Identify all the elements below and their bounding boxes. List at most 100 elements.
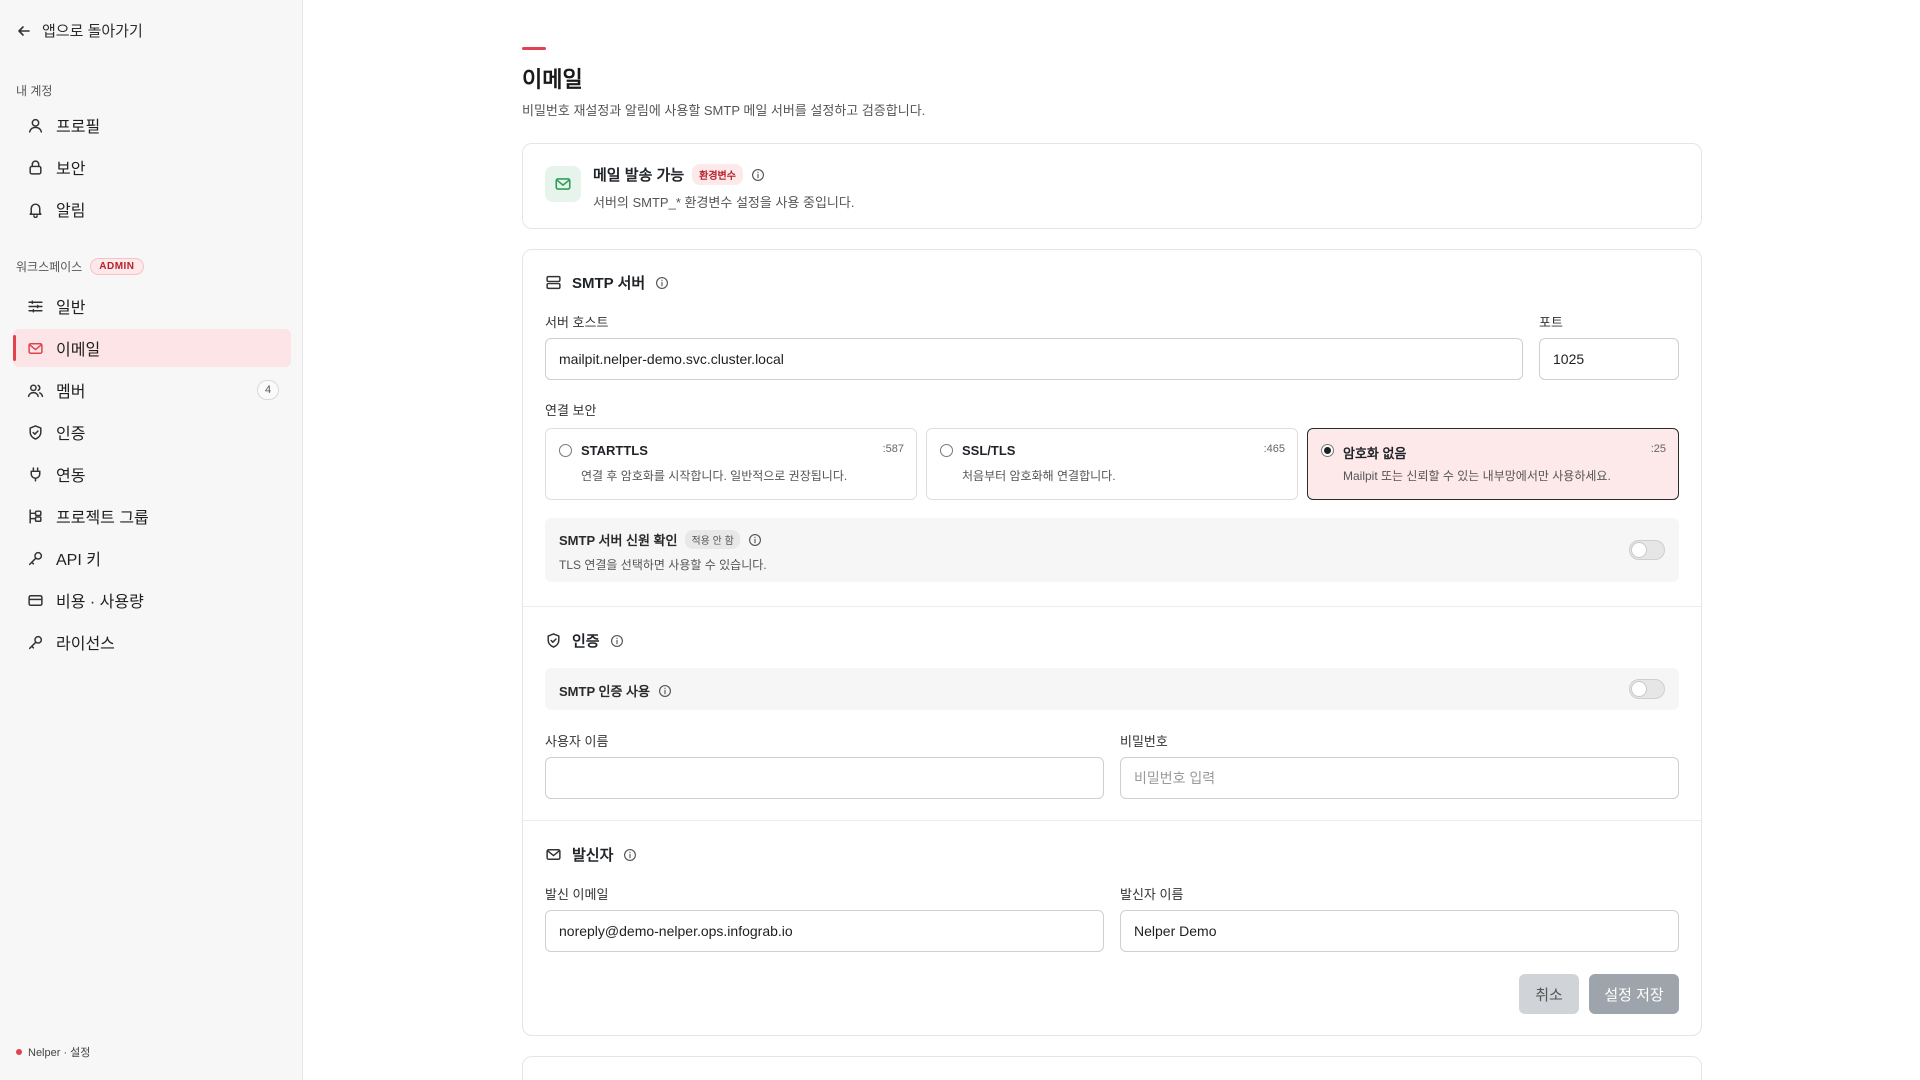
page-description: 비밀번호 재설정과 알림에 사용할 SMTP 메일 서버를 설정하고 검증합니다… — [522, 103, 926, 118]
trust-toggle-switch[interactable] — [1629, 540, 1665, 560]
sender-header: 발신자 — [545, 844, 637, 865]
sidebar-item-license[interactable]: 라이선스 — [13, 623, 291, 661]
admin-badge: ADMIN — [90, 258, 144, 275]
sender-name-input[interactable] — [1120, 910, 1679, 952]
license-key-icon — [28, 635, 43, 649]
server-trust-row: SMTP 서버 신원 확인 적용 안 함 TLS 연결을 선택하면 사용할 수 … — [545, 518, 1679, 582]
trust-title-row: SMTP 서버 신원 확인 적용 안 함 — [559, 530, 762, 549]
security-option-ssl-tls[interactable]: SSL/TLS :465 처음부터 암호화해 연결합니다. — [926, 428, 1298, 500]
sidebar-item-api-keys[interactable]: API 키 — [13, 539, 291, 577]
host-input[interactable] — [545, 338, 1523, 380]
sidebar-item-auth[interactable]: 인증 — [13, 413, 291, 451]
radio-button[interactable] — [940, 444, 953, 457]
port-input[interactable] — [1539, 338, 1679, 380]
option-port: :587 — [882, 443, 904, 455]
option-title: 암호화 없음 — [1343, 446, 1407, 461]
sidebar-item-label: API 키 — [56, 552, 101, 569]
lock-icon — [29, 159, 42, 175]
password-input[interactable] — [1120, 757, 1679, 799]
back-to-app-link[interactable]: 앱으로 돌아가기 — [16, 20, 143, 41]
sidebar-item-label: 멤버 — [56, 384, 86, 401]
sender-email-label: 발신 이메일 — [545, 887, 609, 902]
cancel-button[interactable]: 취소 — [1519, 974, 1579, 1014]
sidebar-item-label: 프로필 — [56, 119, 101, 136]
radio-button-selected[interactable] — [1321, 444, 1334, 457]
sidebar-item-security[interactable]: 보안 — [13, 148, 291, 186]
info-icon[interactable] — [748, 533, 762, 547]
sliders-icon — [28, 299, 43, 313]
auth-title: 인증 — [572, 633, 600, 650]
card-icon — [28, 594, 43, 606]
sidebar-item-members[interactable]: 멤버 4 — [13, 371, 291, 409]
sidebar-item-general[interactable]: 일반 — [13, 287, 291, 325]
sidebar-item-label: 연동 — [56, 468, 86, 485]
security-option-starttls[interactable]: STARTTLS :587 연결 후 암호화를 시작합니다. 일반적으로 권장됩… — [545, 428, 917, 500]
sidebar-item-notifications[interactable]: 알림 — [13, 190, 291, 228]
smtp-auth-label: SMTP 인증 사용 — [559, 684, 650, 699]
members-count-badge: 4 — [257, 380, 279, 400]
info-icon[interactable] — [623, 848, 637, 862]
not-applied-tag: 적용 안 함 — [685, 530, 740, 549]
smtp-auth-title-row: SMTP 인증 사용 — [559, 681, 672, 700]
host-label: 서버 호스트 — [545, 315, 609, 330]
sidebar-item-email[interactable]: 이메일 — [13, 329, 291, 367]
info-icon[interactable] — [610, 634, 624, 648]
sidebar-item-label: 인증 — [56, 426, 86, 443]
smtp-auth-toggle-switch[interactable] — [1629, 679, 1665, 699]
sidebar-item-label: 보안 — [56, 161, 86, 178]
port-label: 포트 — [1539, 315, 1563, 330]
section-divider — [523, 606, 1701, 607]
sidebar-item-integrations[interactable]: 연동 — [13, 455, 291, 493]
status-title-row: 메일 발송 가능 환경변수 — [593, 164, 765, 185]
users-icon — [27, 383, 44, 397]
save-settings-button[interactable]: 설정 저장 — [1589, 974, 1679, 1014]
arrow-left-icon — [18, 25, 30, 36]
auth-header: 인증 — [545, 630, 624, 651]
option-description: 처음부터 암호화해 연결합니다. — [962, 469, 1116, 483]
status-title: 메일 발송 가능 — [593, 167, 685, 184]
radio-button[interactable] — [559, 444, 572, 457]
smtp-server-header: SMTP 서버 — [545, 272, 669, 293]
sender-title: 발신자 — [572, 847, 614, 864]
workspace-section-label: 워크스페이스 ADMIN — [16, 258, 144, 275]
trust-description: TLS 연결을 선택하면 사용할 수 있습니다. — [559, 558, 767, 572]
sender-email-input[interactable] — [545, 910, 1104, 952]
workspace-nav: 일반 이메일 멤버 4 인증 연동 프로젝트 그룹 API 키 비용 · 사용량… — [13, 287, 291, 665]
option-description: Mailpit 또는 신뢰할 수 있는 내부망에서만 사용하세요. — [1343, 469, 1611, 483]
username-input[interactable] — [545, 757, 1104, 799]
info-icon[interactable] — [658, 684, 672, 698]
page-title: 이메일 — [522, 67, 583, 92]
info-icon[interactable] — [655, 276, 669, 290]
sidebar-item-project-groups[interactable]: 프로젝트 그룹 — [13, 497, 291, 535]
option-description: 연결 후 암호화를 시작합니다. 일반적으로 권장됩니다. — [581, 469, 848, 483]
sidebar-item-label: 알림 — [56, 203, 86, 220]
bell-icon — [29, 202, 42, 218]
option-port: :25 — [1650, 443, 1666, 455]
smtp-config-card: SMTP 서버 서버 호스트 포트 연결 보안 STARTTLS :587 연결… — [522, 249, 1702, 1036]
sidebar-item-billing[interactable]: 비용 · 사용량 — [13, 581, 291, 619]
option-title: SSL/TLS — [962, 443, 1016, 458]
sidebar-footer: Nelper · 설정 — [16, 1044, 90, 1060]
mail-check-icon — [555, 178, 571, 190]
smtp-auth-row: SMTP 인증 사용 — [545, 668, 1679, 710]
security-option-none[interactable]: 암호화 없음 :25 Mailpit 또는 신뢰할 수 있는 내부망에서만 사용… — [1307, 428, 1679, 500]
account-section-label: 내 계정 — [16, 82, 52, 99]
sidebar: 앱으로 돌아가기 내 계정 프로필 보안 알림 워크스페이스 ADMIN 일반 … — [0, 0, 303, 1080]
next-section-card — [522, 1056, 1702, 1080]
env-tag: 환경변수 — [692, 164, 743, 185]
user-icon — [28, 118, 43, 133]
sidebar-item-label: 일반 — [56, 300, 86, 317]
mail-status-card: 메일 발송 가능 환경변수 서버의 SMTP_* 환경변수 설정을 사용 중입니… — [522, 143, 1702, 229]
status-icon-box — [545, 166, 581, 202]
sidebar-item-label: 프로젝트 그룹 — [56, 510, 149, 527]
option-port: :465 — [1263, 443, 1285, 455]
info-icon[interactable] — [751, 168, 765, 182]
security-label: 연결 보안 — [545, 403, 597, 418]
server-icon — [546, 275, 561, 290]
workspace-section-text: 워크스페이스 — [16, 260, 83, 274]
title-accent-bar — [522, 47, 546, 50]
sender-name-label: 발신자 이름 — [1120, 887, 1184, 902]
plug-icon — [30, 466, 41, 482]
sidebar-item-profile[interactable]: 프로필 — [13, 106, 291, 144]
section-divider — [523, 820, 1701, 821]
